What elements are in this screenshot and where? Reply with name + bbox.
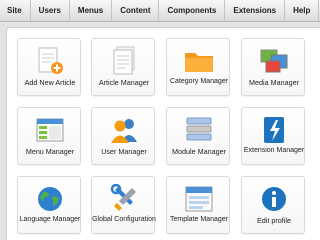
edit-profile-button[interactable]: Edit profile bbox=[241, 176, 305, 234]
article-manager-button[interactable]: Article Manager bbox=[91, 38, 155, 96]
template-icon bbox=[183, 184, 215, 214]
module-manager-button[interactable]: Module Manager bbox=[166, 107, 230, 165]
menu-users[interactable]: Users bbox=[31, 0, 70, 22]
module-icon bbox=[183, 115, 215, 145]
menu-site[interactable]: Site bbox=[0, 0, 31, 22]
tile-label: User Manager bbox=[101, 147, 147, 156]
template-manager-button[interactable]: Template Manager bbox=[166, 176, 230, 234]
tile-label: Language Manager bbox=[19, 216, 81, 223]
tile-label: Edit profile bbox=[257, 216, 291, 225]
menu-menus[interactable]: Menus bbox=[70, 0, 113, 22]
users-icon bbox=[108, 115, 140, 145]
folder-icon bbox=[183, 46, 215, 76]
article-icon bbox=[108, 46, 140, 76]
category-manager-button[interactable]: Category Manager bbox=[166, 38, 230, 96]
media-manager-button[interactable]: Media Manager bbox=[241, 38, 305, 96]
add-article-icon bbox=[34, 46, 66, 76]
global-configuration-button[interactable]: Global Configuration bbox=[91, 176, 156, 234]
tile-label: Media Manager bbox=[249, 78, 299, 87]
globe-icon bbox=[34, 184, 66, 214]
tile-label: Article Manager bbox=[98, 78, 150, 87]
tile-label: Template Manager bbox=[170, 216, 228, 223]
tools-icon bbox=[108, 184, 140, 214]
menu-components[interactable]: Components bbox=[159, 0, 226, 22]
top-menubar: Site Users Menus Content Components Exte… bbox=[0, 0, 320, 22]
tile-label: Add New Article bbox=[24, 78, 76, 87]
media-icon bbox=[258, 46, 290, 76]
tile-label: Category Manager bbox=[170, 78, 228, 85]
menu-manager-button[interactable]: Menu Manager bbox=[17, 107, 81, 165]
menu-icon bbox=[34, 115, 66, 145]
menu-help[interactable]: Help bbox=[285, 0, 320, 22]
menu-extensions[interactable]: Extensions bbox=[225, 0, 286, 22]
extension-manager-button[interactable]: Extension Manager bbox=[241, 107, 305, 165]
quickicons-panel: Add New Article Article Manager Category… bbox=[6, 27, 320, 240]
menu-content[interactable]: Content bbox=[112, 0, 160, 22]
tile-label: Menu Manager bbox=[25, 147, 75, 156]
tile-label: Global Configuration bbox=[92, 216, 156, 223]
tile-label: Extension Manager bbox=[243, 147, 305, 154]
user-manager-button[interactable]: User Manager bbox=[91, 107, 155, 165]
extension-icon bbox=[258, 115, 290, 145]
info-icon bbox=[258, 184, 290, 214]
tile-label: Module Manager bbox=[172, 147, 226, 156]
language-manager-button[interactable]: Language Manager bbox=[17, 176, 81, 234]
add-new-article-button[interactable]: Add New Article bbox=[17, 38, 81, 96]
